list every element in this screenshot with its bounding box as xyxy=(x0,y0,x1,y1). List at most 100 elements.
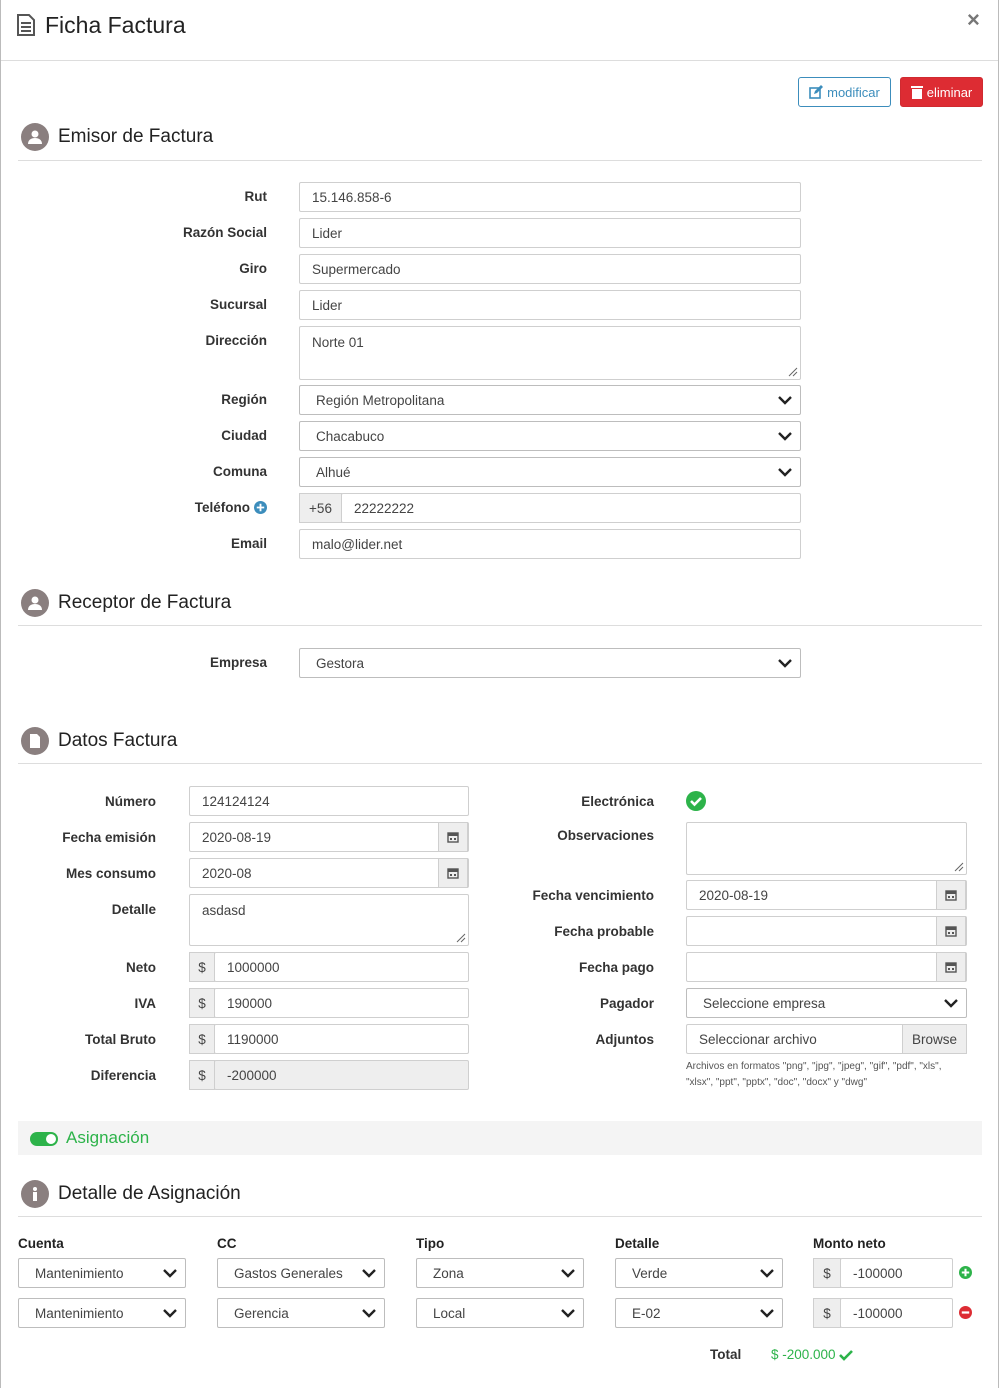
giro-label: Giro xyxy=(239,261,267,276)
total-bruto-input[interactable]: 1190000 xyxy=(214,1024,469,1054)
detalle-select[interactable]: E-02 xyxy=(615,1298,783,1328)
diferencia-label: Diferencia xyxy=(90,1068,156,1083)
file-icon xyxy=(21,727,49,755)
calendar-icon[interactable] xyxy=(936,916,966,946)
diferencia-input: -200000 xyxy=(214,1060,469,1090)
receptor-section-title: Receptor de Factura xyxy=(21,589,231,617)
direccion-value: Norte 01 xyxy=(312,335,364,350)
sucursal-input[interactable]: Lider xyxy=(299,290,801,320)
rut-input[interactable]: 15.146.858-6 xyxy=(299,182,801,212)
document-icon xyxy=(17,14,35,36)
comuna-select[interactable]: Alhué xyxy=(299,457,801,487)
telefono-input[interactable]: 22222222 xyxy=(341,493,801,523)
telefono-label: Teléfono xyxy=(195,500,267,515)
observaciones-label: Observaciones xyxy=(557,828,654,843)
monto-input[interactable]: -100000 xyxy=(840,1298,953,1328)
fecha-vencimiento-input[interactable]: 2020-08-19 xyxy=(686,880,967,910)
plus-circle-icon[interactable] xyxy=(254,501,267,514)
currency-addon: $ xyxy=(813,1258,841,1288)
invoice-modal: Ficha Factura × modificar eliminar Emiso… xyxy=(0,0,999,1388)
fecha-emision-label: Fecha emisión xyxy=(62,830,156,845)
calendar-icon[interactable] xyxy=(438,858,468,888)
browse-button[interactable]: Browse xyxy=(902,1024,967,1054)
rut-label: Rut xyxy=(244,189,268,204)
resize-handle-icon[interactable] xyxy=(456,933,466,943)
observaciones-textarea[interactable] xyxy=(686,822,967,875)
numero-label: Número xyxy=(104,794,156,809)
modal-title: Ficha Factura xyxy=(45,12,186,38)
calendar-icon[interactable] xyxy=(936,952,966,982)
detalle-textarea[interactable]: asdasd xyxy=(189,894,469,946)
fecha-pago-label: Fecha pago xyxy=(578,960,654,975)
resize-handle-icon[interactable] xyxy=(788,367,798,377)
detalle-select[interactable]: Verde xyxy=(615,1258,783,1288)
fecha-probable-input[interactable] xyxy=(686,916,967,946)
chevron-down-icon xyxy=(778,659,792,668)
iva-input[interactable]: 190000 xyxy=(214,988,469,1018)
resize-handle-icon[interactable] xyxy=(954,862,964,872)
chevron-down-icon xyxy=(760,1309,774,1318)
column-header-cc: CC xyxy=(217,1236,237,1251)
delete-button[interactable]: eliminar xyxy=(900,77,983,107)
cc-select[interactable]: Gerencia xyxy=(217,1298,385,1328)
asignacion-bar: Asignación xyxy=(18,1121,982,1155)
cuenta-select[interactable]: Mantenimiento xyxy=(18,1298,186,1328)
plus-circle-icon[interactable] xyxy=(959,1266,972,1279)
column-header-cuenta: Cuenta xyxy=(18,1236,64,1251)
currency-addon: $ xyxy=(189,1024,215,1054)
tipo-select[interactable]: Zona xyxy=(416,1258,584,1288)
check-icon xyxy=(838,1349,853,1361)
tipo-select[interactable]: Local xyxy=(416,1298,584,1328)
numero-input[interactable]: 124124124 xyxy=(189,786,469,816)
total-value: $ -200.000 xyxy=(771,1347,853,1362)
empresa-select[interactable]: Gestora xyxy=(299,648,801,678)
delete-button-label: eliminar xyxy=(926,84,973,100)
column-header-monto: Monto neto xyxy=(813,1236,886,1251)
cc-select[interactable]: Gastos Generales xyxy=(217,1258,385,1288)
detalle-value: asdasd xyxy=(202,903,246,918)
neto-input[interactable]: 1000000 xyxy=(214,952,469,982)
fecha-probable-label: Fecha probable xyxy=(554,924,654,939)
region-select[interactable]: Región Metropolitana xyxy=(299,385,801,415)
chevron-down-icon xyxy=(362,1309,376,1318)
column-header-detalle: Detalle xyxy=(615,1236,660,1251)
direccion-textarea[interactable]: Norte 01 xyxy=(299,326,801,380)
calendar-icon[interactable] xyxy=(438,822,468,852)
chevron-down-icon xyxy=(163,1309,177,1318)
email-input[interactable]: malo@lider.net xyxy=(299,529,801,559)
chevron-down-icon xyxy=(760,1269,774,1278)
edit-button[interactable]: modificar xyxy=(798,77,891,107)
edit-button-label: modificar xyxy=(827,84,880,100)
fecha-emision-input[interactable]: 2020-08-19 xyxy=(189,822,469,852)
direccion-label: Dirección xyxy=(205,333,267,348)
info-icon xyxy=(21,1180,49,1208)
comuna-label: Comuna xyxy=(213,464,267,479)
asignacion-toggle[interactable] xyxy=(30,1132,58,1146)
close-icon[interactable]: × xyxy=(967,7,980,33)
trash-icon xyxy=(910,86,923,99)
check-circle-icon[interactable] xyxy=(686,791,706,811)
mes-consumo-input[interactable]: 2020-08 xyxy=(189,858,469,888)
calendar-icon[interactable] xyxy=(936,880,966,910)
pagador-select[interactable]: Seleccione empresa xyxy=(686,988,967,1018)
currency-addon: $ xyxy=(189,988,215,1018)
chevron-down-icon xyxy=(163,1269,177,1278)
phone-prefix: +56 xyxy=(299,493,342,523)
cuenta-select[interactable]: Mantenimiento xyxy=(18,1258,186,1288)
razon-social-input[interactable]: Lider xyxy=(299,218,801,248)
fecha-vencimiento-label: Fecha vencimiento xyxy=(532,888,654,903)
giro-input[interactable]: Supermercado xyxy=(299,254,801,284)
emisor-section-title: Emisor de Factura xyxy=(21,123,213,151)
ciudad-select[interactable]: Chacabuco xyxy=(299,421,801,451)
pagador-label: Pagador xyxy=(599,996,654,1011)
minus-circle-icon[interactable] xyxy=(959,1306,972,1319)
email-label: Email xyxy=(230,536,267,551)
file-input[interactable]: Seleccionar archivo xyxy=(686,1024,904,1054)
divider xyxy=(18,1216,982,1217)
modal-header: Ficha Factura × xyxy=(1,0,998,61)
monto-input[interactable]: -100000 xyxy=(840,1258,953,1288)
fecha-pago-input[interactable] xyxy=(686,952,967,982)
total-label: Total xyxy=(710,1347,742,1362)
column-header-tipo: Tipo xyxy=(416,1236,445,1251)
chevron-down-icon xyxy=(944,999,958,1008)
